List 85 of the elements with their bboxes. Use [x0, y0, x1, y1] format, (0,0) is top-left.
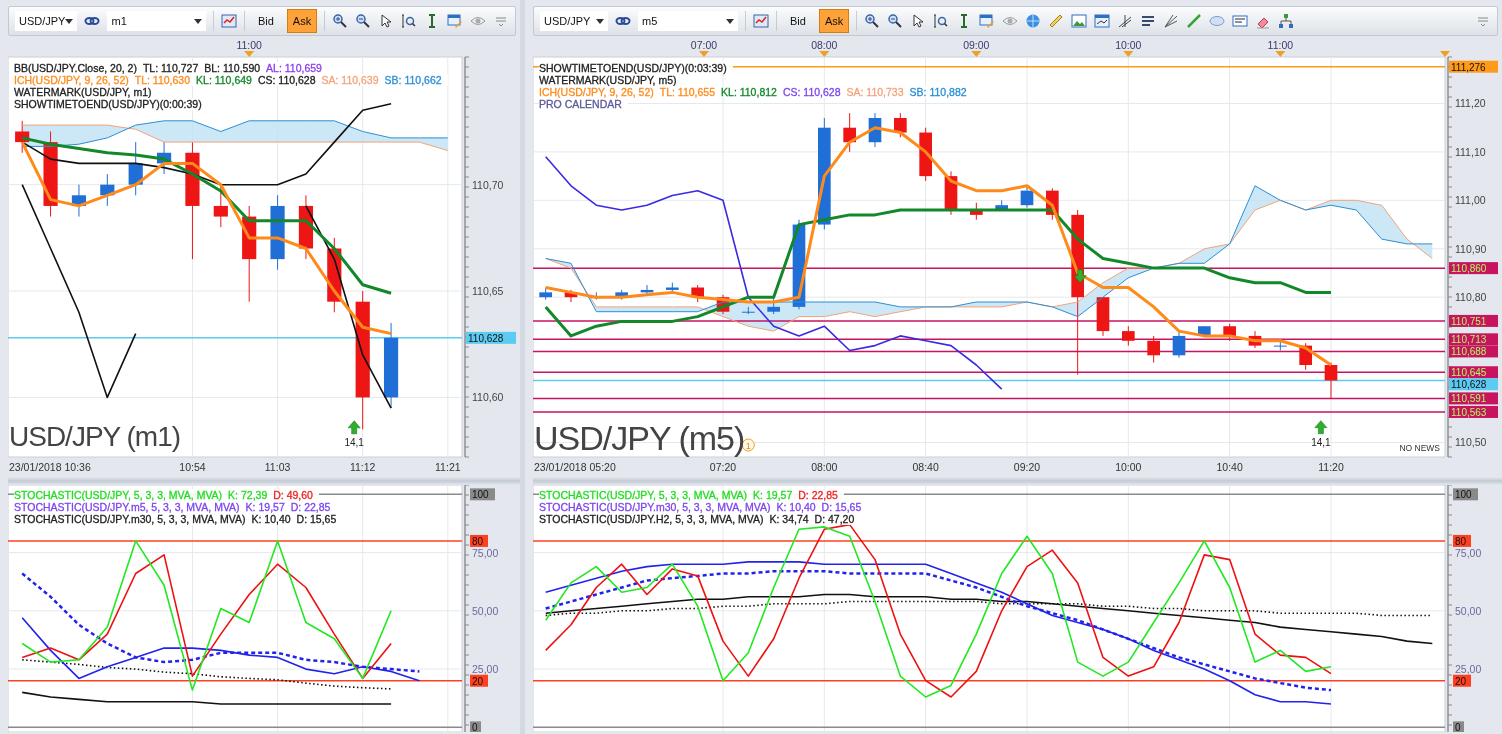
time-label: 10:00 — [1115, 461, 1142, 473]
level-tag: 80 — [470, 534, 488, 547]
legend-text: D: 49,60 — [273, 489, 319, 501]
price-tag: 110,688 — [1449, 345, 1498, 358]
legend-text: SHOWTIMETOEND(USD/JPY)(0:03:39) — [539, 62, 733, 74]
price-tag: 110,713 — [1449, 333, 1498, 346]
axis-label: 110,80 — [1455, 291, 1487, 304]
ref-line-label: 20 — [1455, 675, 1467, 687]
time-label: 11:21 — [435, 461, 461, 473]
ref-line-label: 100 — [1455, 489, 1473, 501]
ref-line-label: 80 — [1455, 535, 1467, 547]
ref-line-label: 110,860 — [1451, 263, 1487, 275]
axis-label: 110,65 — [472, 285, 504, 298]
price-tag: 110,645 — [1449, 366, 1498, 379]
axis-label: 111,00 — [1455, 194, 1486, 207]
time-label: 11:20 — [1318, 461, 1344, 473]
legend-text: K: 19,57 — [753, 489, 799, 501]
axis-label: 25,00 — [1455, 663, 1482, 676]
price-tag: 110,563 — [1449, 405, 1498, 418]
legend-text: PRO CALENDAR — [539, 98, 628, 110]
level-tag: 0 — [1453, 721, 1464, 732]
ref-line-label: 80 — [472, 535, 484, 547]
ref-line-label: 110,688 — [1451, 346, 1487, 358]
legend-text: D: 22,85 — [798, 489, 844, 501]
time-label: 23/01/2018 05:20 — [534, 461, 616, 473]
price-tag: 110,591 — [1449, 392, 1498, 405]
time-label: 08:40 — [912, 461, 939, 473]
watermark-text: USD/JPY (m1) — [9, 423, 181, 451]
price-tag: 110,751 — [1449, 314, 1498, 327]
time-label: 08:00 — [811, 40, 838, 51]
ref-line-label: 110,751 — [1451, 315, 1487, 327]
legend-text: ICH(USD/JPY, 9, 26, 52) — [14, 74, 135, 86]
annotation: 1 — [745, 440, 751, 451]
signal-value: 14,1 — [1311, 436, 1331, 448]
price-tag: 110,628 — [1449, 378, 1498, 391]
legend-text: WATERMARK(USD/JPY, m5) — [539, 74, 683, 86]
price-tag: 110,628 — [466, 331, 516, 344]
price-tag: 111,276 — [1449, 60, 1498, 73]
time-label: 23/01/2018 10:36 — [9, 461, 91, 473]
axis-label: 75,00 — [1455, 546, 1482, 559]
time-label: 09:20 — [1013, 461, 1041, 473]
legend-text: K: 72,39 — [228, 489, 274, 501]
axis-label: 111,20 — [1455, 97, 1486, 110]
axis-label: 110,90 — [1455, 242, 1487, 255]
legend-text: STOCHASTIC(USD/JPY, 5, 3, 3, MVA, MVA) — [14, 489, 229, 501]
level-tag: 20 — [470, 674, 488, 687]
axis-label: 110,70 — [472, 178, 504, 191]
time-label: 07:20 — [709, 461, 737, 473]
level-tag: 80 — [1453, 534, 1471, 547]
level-tag: 100 — [470, 488, 495, 501]
time-label: 10:54 — [179, 461, 206, 473]
time-label: 10:40 — [1216, 461, 1243, 473]
ref-line-label: 110,591 — [1451, 393, 1487, 405]
axis-label: 110,60 — [472, 391, 504, 404]
ref-line-label: 110,628 — [1451, 379, 1487, 391]
level-tag: 100 — [1453, 488, 1478, 501]
ref-line-label: 111,276 — [1451, 61, 1487, 73]
signal-value: 14,1 — [344, 436, 364, 448]
level-tag: 20 — [1453, 674, 1471, 687]
axis-label: 50,00 — [1455, 604, 1482, 617]
time-label: 11:03 — [264, 461, 291, 473]
axis-label: 75,00 — [472, 546, 499, 559]
time-label: 10:00 — [1115, 40, 1142, 51]
ref-line-label: 100 — [472, 489, 490, 501]
time-label: 09:00 — [963, 40, 990, 51]
axis-label: 110,50 — [1455, 436, 1487, 449]
news-label: NO NEWS — [1399, 443, 1440, 453]
axis-label: 25,00 — [472, 663, 499, 676]
ref-line-label: 20 — [472, 675, 484, 687]
time-label: 11:00 — [1267, 40, 1294, 51]
price-tag: 110,860 — [1449, 262, 1498, 275]
ref-line-label: 110,563 — [1451, 406, 1487, 418]
legend-text: SB: 110,662 — [384, 74, 448, 86]
legend-text: STOCHASTIC(USD/JPY, 5, 3, 3, MVA, MVA) — [539, 489, 754, 501]
ref-line-label: 110,628 — [468, 332, 504, 344]
axis-label: 50,00 — [472, 604, 499, 617]
level-tag: 0 — [470, 721, 481, 732]
axis-label: 111,10 — [1455, 145, 1486, 158]
time-label: 08:00 — [811, 461, 838, 473]
time-label: 11:00 — [236, 40, 262, 51]
ref-line-label: 110,713 — [1451, 334, 1487, 346]
time-label: 11:12 — [349, 461, 376, 473]
time-label: 07:00 — [690, 40, 718, 51]
legend-text: STOCHASTIC(USD/JPY.H2, 5, 3, 3, MVA, MVA) — [539, 513, 770, 525]
ref-line-label: 110,645 — [1451, 367, 1487, 379]
